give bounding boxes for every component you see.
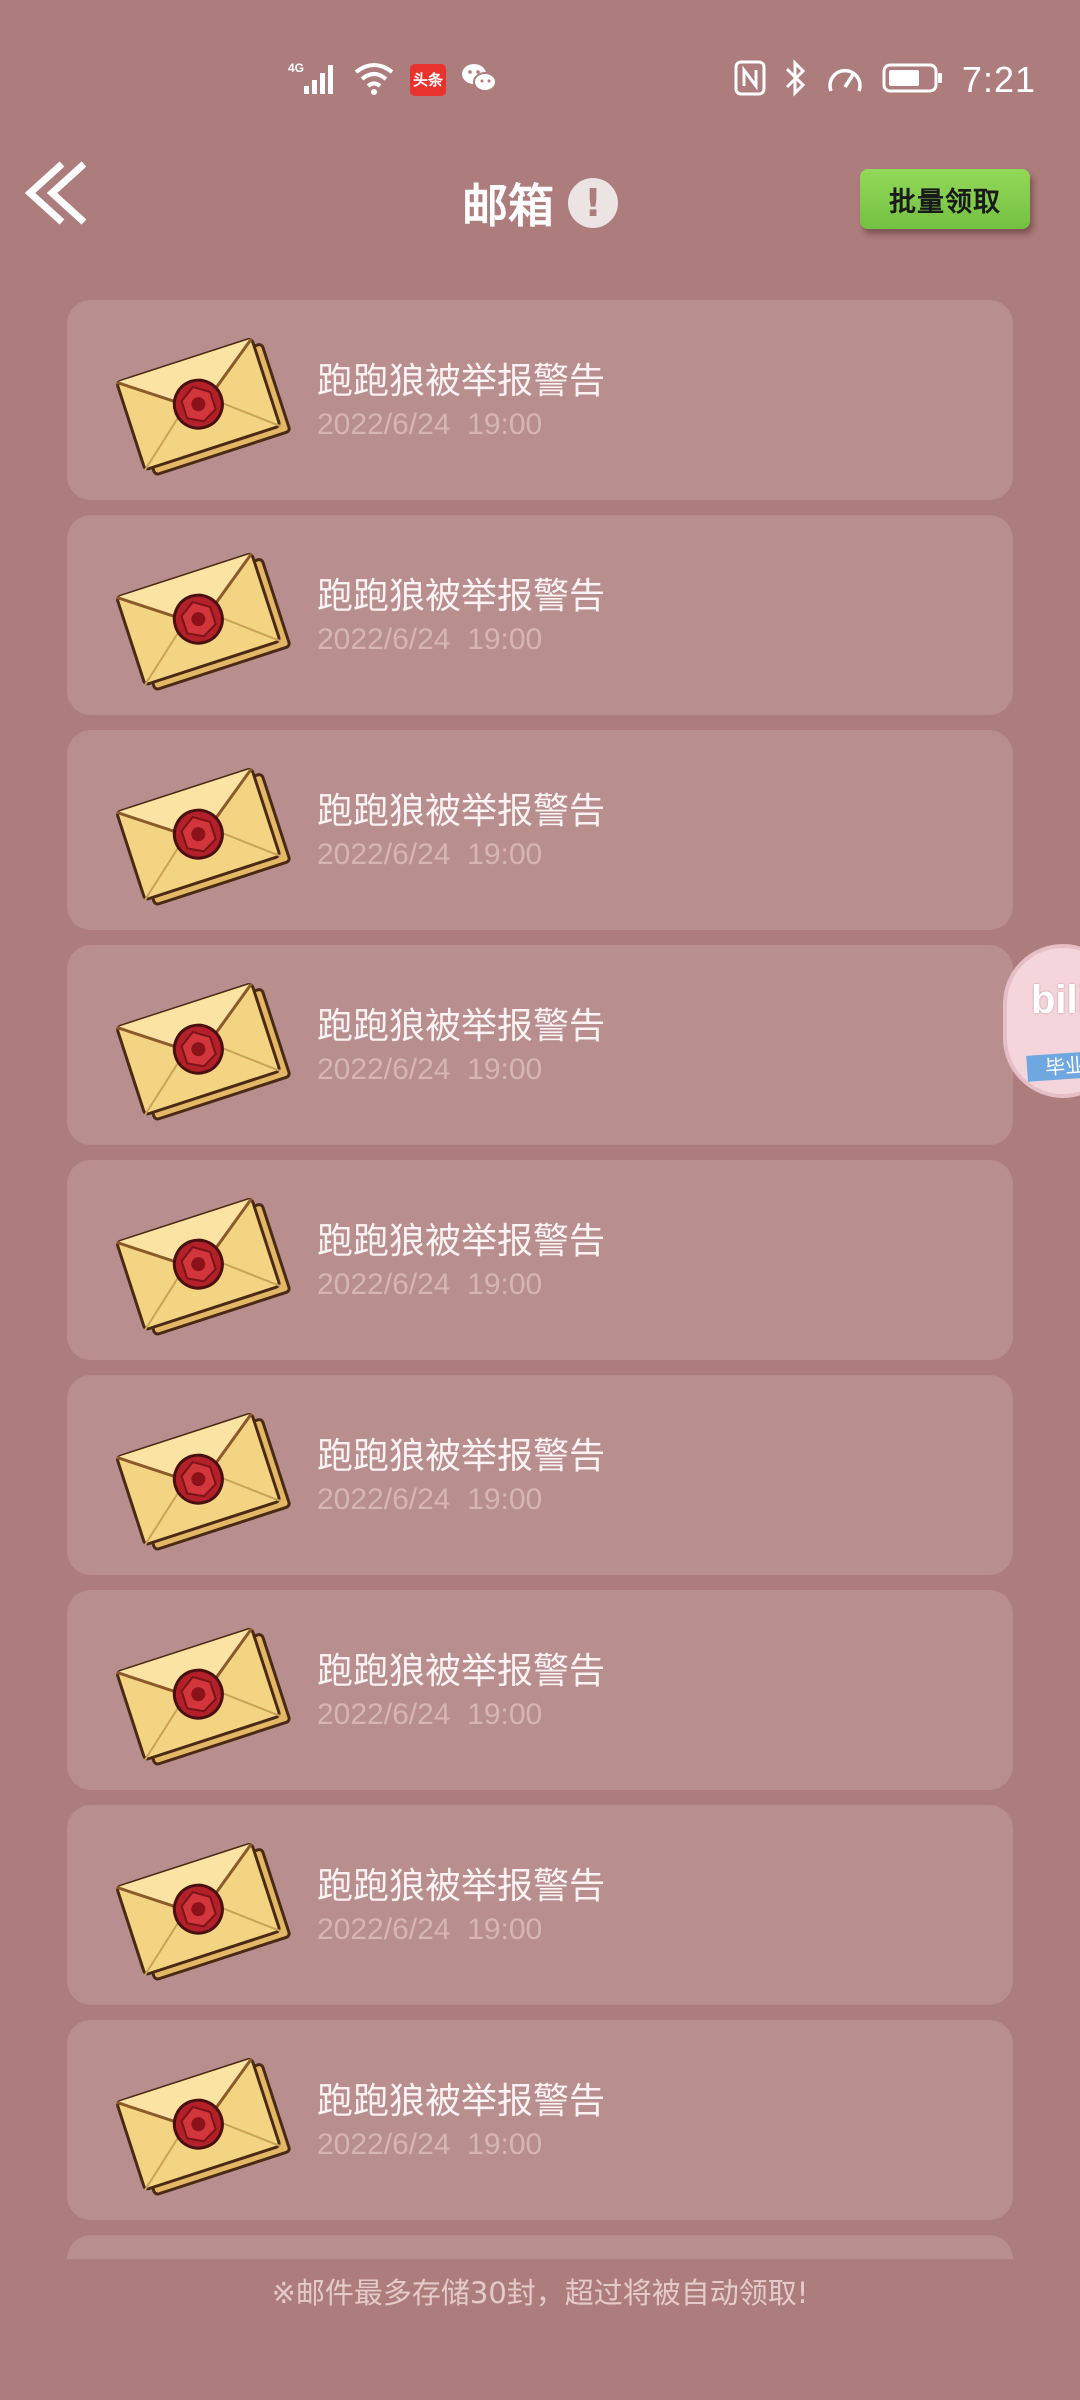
storage-limit-notice: ※邮件最多存储30封，超过将被自动领取! <box>271 2276 809 2310</box>
nfc-icon <box>734 60 766 100</box>
battery-icon <box>882 62 944 98</box>
mail-time: 19:00 <box>467 1053 543 1086</box>
mail-time: 19:00 <box>467 1698 543 1731</box>
mail-timestamp: 2022/6/24 19:00 <box>317 1698 542 1732</box>
mail-item[interactable]: 跑跑狼被举报警告 2022/6/24 19:00 <box>67 1160 1013 1360</box>
envelope-icon <box>115 1182 295 1342</box>
mail-item[interactable]: 跑跑狼被举报警告 2022/6/24 19:00 <box>67 300 1013 500</box>
mail-date: 2022/6/24 <box>317 1483 451 1516</box>
mail-time: 19:00 <box>467 408 543 441</box>
signal-icon: 4G <box>288 60 338 100</box>
mail-title: 跑跑狼被举报警告 <box>317 791 606 832</box>
mail-date: 2022/6/24 <box>317 1053 451 1086</box>
envelope-icon <box>115 1612 295 1772</box>
envelope-icon <box>115 752 295 912</box>
mail-date: 2022/6/24 <box>317 1913 451 1946</box>
status-bar-right: 7:21 <box>734 56 1036 104</box>
double-chevron-left-icon <box>22 161 102 242</box>
mail-timestamp: 2022/6/24 19:00 <box>317 838 542 872</box>
mail-item[interactable]: 跑跑狼被举报警告 2022/6/24 19:00 <box>67 2020 1013 2220</box>
mail-item[interactable]: 跑跑狼被举报警告 2022/6/24 19:00 <box>67 1375 1013 1575</box>
mail-item[interactable]: 跑跑狼被举报警告 2022/6/24 19:00 <box>67 945 1013 1145</box>
mail-title: 跑跑狼被举报警告 <box>317 1651 606 1692</box>
mail-timestamp: 2022/6/24 19:00 <box>317 1053 542 1087</box>
mail-title: 跑跑狼被举报警告 <box>317 361 606 402</box>
mail-title: 跑跑狼被举报警告 <box>317 1436 606 1477</box>
mail-date: 2022/6/24 <box>317 2128 451 2161</box>
mail-timestamp: 2022/6/24 19:00 <box>317 1268 542 1302</box>
batch-claim-button[interactable]: 批量领取 <box>860 169 1030 229</box>
envelope-icon <box>115 967 295 1127</box>
mail-timestamp: 2022/6/24 19:00 <box>317 2128 542 2162</box>
mail-item[interactable]: 跑跑狼被举报警告 2022/6/24 19:00 <box>67 515 1013 715</box>
title-group: 邮箱 ! <box>462 170 618 236</box>
speed-icon <box>826 61 864 99</box>
mail-title: 跑跑狼被举报警告 <box>317 1006 606 1047</box>
mail-item[interactable]: 跑跑狼被举报警告 2022/6/24 19:00 <box>67 730 1013 930</box>
page-title: 邮箱 <box>462 179 554 233</box>
bluetooth-icon <box>784 59 808 101</box>
mail-time: 19:00 <box>467 1913 543 1946</box>
mail-date: 2022/6/24 <box>317 623 451 656</box>
envelope-icon <box>115 537 295 697</box>
mail-item-partial[interactable] <box>67 2235 1013 2259</box>
mail-time: 19:00 <box>467 1268 543 1301</box>
mail-time: 19:00 <box>467 1483 543 1516</box>
status-bar: 4G 头条 7:21 <box>0 0 1080 160</box>
wechat-icon <box>460 61 498 99</box>
status-bar-left: 4G 头条 <box>288 58 498 102</box>
info-icon[interactable]: ! <box>568 178 618 228</box>
mail-timestamp: 2022/6/24 19:00 <box>317 1913 542 1947</box>
mail-date: 2022/6/24 <box>317 838 451 871</box>
envelope-icon <box>115 2042 295 2202</box>
mail-title: 跑跑狼被举报警告 <box>317 1221 606 1262</box>
mail-timestamp: 2022/6/24 19:00 <box>317 1483 542 1517</box>
mail-date: 2022/6/24 <box>317 1268 451 1301</box>
mail-title: 跑跑狼被举报警告 <box>317 2081 606 2122</box>
envelope-icon <box>115 1827 295 1987</box>
mail-title: 跑跑狼被举报警告 <box>317 576 606 617</box>
mail-timestamp: 2022/6/24 19:00 <box>317 623 542 657</box>
back-button[interactable] <box>22 148 102 238</box>
mail-title: 跑跑狼被举报警告 <box>317 1866 606 1907</box>
mail-time: 19:00 <box>467 2128 543 2161</box>
mail-item[interactable]: 跑跑狼被举报警告 2022/6/24 19:00 <box>67 1805 1013 2005</box>
mail-date: 2022/6/24 <box>317 1698 451 1731</box>
wifi-icon <box>352 60 396 100</box>
mail-date: 2022/6/24 <box>317 408 451 441</box>
envelope-icon <box>115 1397 295 1557</box>
mail-item[interactable]: 跑跑狼被举报警告 2022/6/24 19:00 <box>67 1590 1013 1790</box>
clock: 7:21 <box>961 59 1036 100</box>
mail-time: 19:00 <box>467 623 543 656</box>
toutiao-icon: 头条 <box>410 64 446 96</box>
mail-timestamp: 2022/6/24 19:00 <box>317 408 542 442</box>
bili-ribbon: 毕业 <box>1026 1048 1080 1082</box>
bili-logo-text: bili <box>1031 978 1080 1022</box>
network-type-label: 4G <box>288 61 304 75</box>
bili-floating-widget[interactable]: bili 毕业 <box>1003 944 1080 1098</box>
mail-time: 19:00 <box>467 838 543 871</box>
envelope-icon <box>115 322 295 482</box>
